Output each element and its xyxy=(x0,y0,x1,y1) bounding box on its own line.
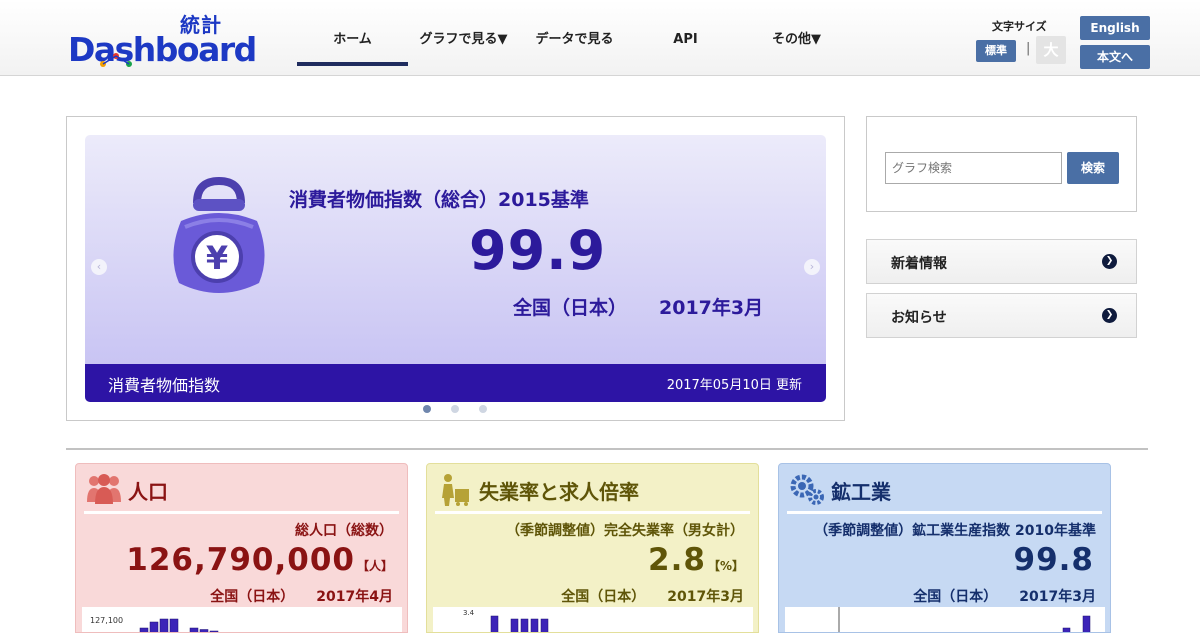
yen-symbol: ¥ xyxy=(206,239,228,277)
main-nav: ホーム グラフで見る▼ データで見る API その他▼ xyxy=(297,22,852,66)
chart-bar xyxy=(1083,616,1090,633)
chevron-right-icon: ❯ xyxy=(1102,308,1117,323)
chart-bar xyxy=(160,619,168,633)
card-metric: （季節調整値）鉱工業生産指数 2010年基準 xyxy=(814,520,1096,540)
section-divider xyxy=(66,448,1148,450)
card-title: 人口 xyxy=(128,476,168,505)
unemployment-card[interactable]: 失業率と求人倍率 （季節調整値）完全失業率（男女計） 2.8【%】 全国（日本）… xyxy=(426,463,759,633)
card-location: 全国（日本） 2017年4月 xyxy=(210,586,393,606)
nav-other[interactable]: その他▼ xyxy=(741,22,852,66)
chart-tick-label: 127,100 xyxy=(90,616,123,625)
card-date: 2017年3月 xyxy=(667,589,744,605)
logo-wordmark: Dashboard xyxy=(68,30,256,70)
population-mini-chart: 127,100 xyxy=(82,607,402,633)
population-card[interactable]: 人口 総人口（総数） 126,790,000【人】 全国（日本）2017年4月 … xyxy=(75,463,408,633)
card-value: 2.8 xyxy=(648,542,706,578)
card-value-row: 126,790,000【人】 xyxy=(126,542,393,578)
nav-home[interactable]: ホーム xyxy=(297,22,408,66)
chart-bar xyxy=(150,622,158,633)
carousel-next-icon[interactable]: › xyxy=(804,259,820,275)
card-location: 全国（日本） 2017年3月 xyxy=(561,586,744,606)
font-standard-button[interactable]: 標準 xyxy=(976,40,1016,62)
chart-bar xyxy=(511,619,518,633)
card-value: 99.8 xyxy=(1014,542,1095,578)
chart-bar xyxy=(200,630,208,633)
slide-value: 99.9 xyxy=(469,219,606,282)
card-rule xyxy=(84,511,399,514)
card-unit: 【人】 xyxy=(357,559,393,573)
notice-link-label: お知らせ xyxy=(891,307,947,327)
logo-badge: 統計 xyxy=(180,14,222,36)
chart-bar xyxy=(541,619,548,633)
yen-wallet-icon: ¥ xyxy=(159,175,279,305)
font-size-switcher: 文字サイズ 標準 | 大 xyxy=(976,18,1068,66)
font-size-separator: | xyxy=(1026,41,1030,56)
card-title: 失業率と求人倍率 xyxy=(479,476,639,505)
slide-updated-date: 2017年05月10日 更新 xyxy=(667,374,802,393)
card-metric: （季節調整値）完全失業率（男女計） xyxy=(506,520,744,540)
skip-to-main-button[interactable]: 本文へ xyxy=(1080,45,1150,69)
card-value-row: 2.8【%】 xyxy=(648,542,744,578)
card-location: 全国（日本） 2017年3月 xyxy=(913,586,1096,606)
card-area: 全国（日本） xyxy=(913,589,997,605)
card-area: 全国（日本） xyxy=(561,589,645,605)
unemployment-mini-chart: 3.4 xyxy=(433,607,753,633)
nav-graph[interactable]: グラフで見る▼ xyxy=(408,22,519,66)
chart-bar xyxy=(531,619,538,633)
slide-category: 消費者物価指数 xyxy=(108,372,220,396)
search-button[interactable]: 検索 xyxy=(1067,152,1119,184)
chart-tick-label: 3.4 xyxy=(463,609,475,617)
font-size-label: 文字サイズ xyxy=(992,18,1047,34)
chart-bar xyxy=(491,616,498,633)
carousel-slide[interactable]: ¥ 消費者物価指数（総合）2015基準 99.9 全国（日本） 2017年3月 … xyxy=(85,135,826,402)
gears-icon xyxy=(788,472,826,506)
carousel-dot-3[interactable] xyxy=(479,405,487,413)
card-unit: 【%】 xyxy=(708,559,744,573)
logo-network-icon xyxy=(98,50,138,70)
industrial-mini-chart xyxy=(785,607,1105,633)
card-date: 2017年3月 xyxy=(1019,589,1096,605)
nav-data[interactable]: データで見る xyxy=(519,22,630,66)
graph-search-input[interactable] xyxy=(885,152,1062,184)
carousel-prev-icon[interactable]: ‹ xyxy=(91,259,107,275)
card-metric: 総人口（総数） xyxy=(295,520,393,540)
industrial-production-card[interactable]: 鉱工業 （季節調整値）鉱工業生産指数 2010年基準 99.8 全国（日本） 20… xyxy=(778,463,1111,633)
card-value-row: 99.8 xyxy=(1014,542,1097,578)
english-button[interactable]: English xyxy=(1080,16,1150,40)
carousel-dot-1[interactable] xyxy=(423,405,431,413)
card-title: 鉱工業 xyxy=(831,476,891,505)
news-link[interactable]: 新着情報 ❯ xyxy=(866,239,1137,284)
featured-carousel: ¥ 消費者物価指数（総合）2015基準 99.9 全国（日本） 2017年3月 … xyxy=(66,116,845,421)
slide-title: 消費者物価指数（総合）2015基準 xyxy=(289,185,589,212)
notice-link[interactable]: お知らせ ❯ xyxy=(866,293,1137,338)
chevron-right-icon: ❯ xyxy=(1102,254,1117,269)
card-rule xyxy=(435,511,750,514)
card-rule xyxy=(787,511,1102,514)
chart-bar xyxy=(521,619,528,633)
card-date: 2017年4月 xyxy=(316,589,393,605)
graph-search-panel: 検索 xyxy=(866,116,1137,212)
site-logo[interactable]: Dashboard 統計 xyxy=(68,14,258,68)
carousel-dot-2[interactable] xyxy=(451,405,459,413)
chart-bar xyxy=(170,619,178,633)
card-area: 全国（日本） xyxy=(210,589,294,605)
slide-date: 2017年3月 xyxy=(659,293,763,320)
news-link-label: 新着情報 xyxy=(891,253,947,273)
site-header: Dashboard 統計 ホーム グラフで見る▼ データで見る API その他▼… xyxy=(0,0,1200,76)
card-value: 126,790,000 xyxy=(126,542,355,578)
people-icon xyxy=(85,472,123,506)
nav-api[interactable]: API xyxy=(630,22,741,66)
slide-footer: 消費者物価指数 2017年05月10日 更新 xyxy=(85,364,826,402)
worker-icon xyxy=(436,472,474,506)
slide-area: 全国（日本） xyxy=(513,293,627,320)
font-large-button[interactable]: 大 xyxy=(1036,36,1066,64)
